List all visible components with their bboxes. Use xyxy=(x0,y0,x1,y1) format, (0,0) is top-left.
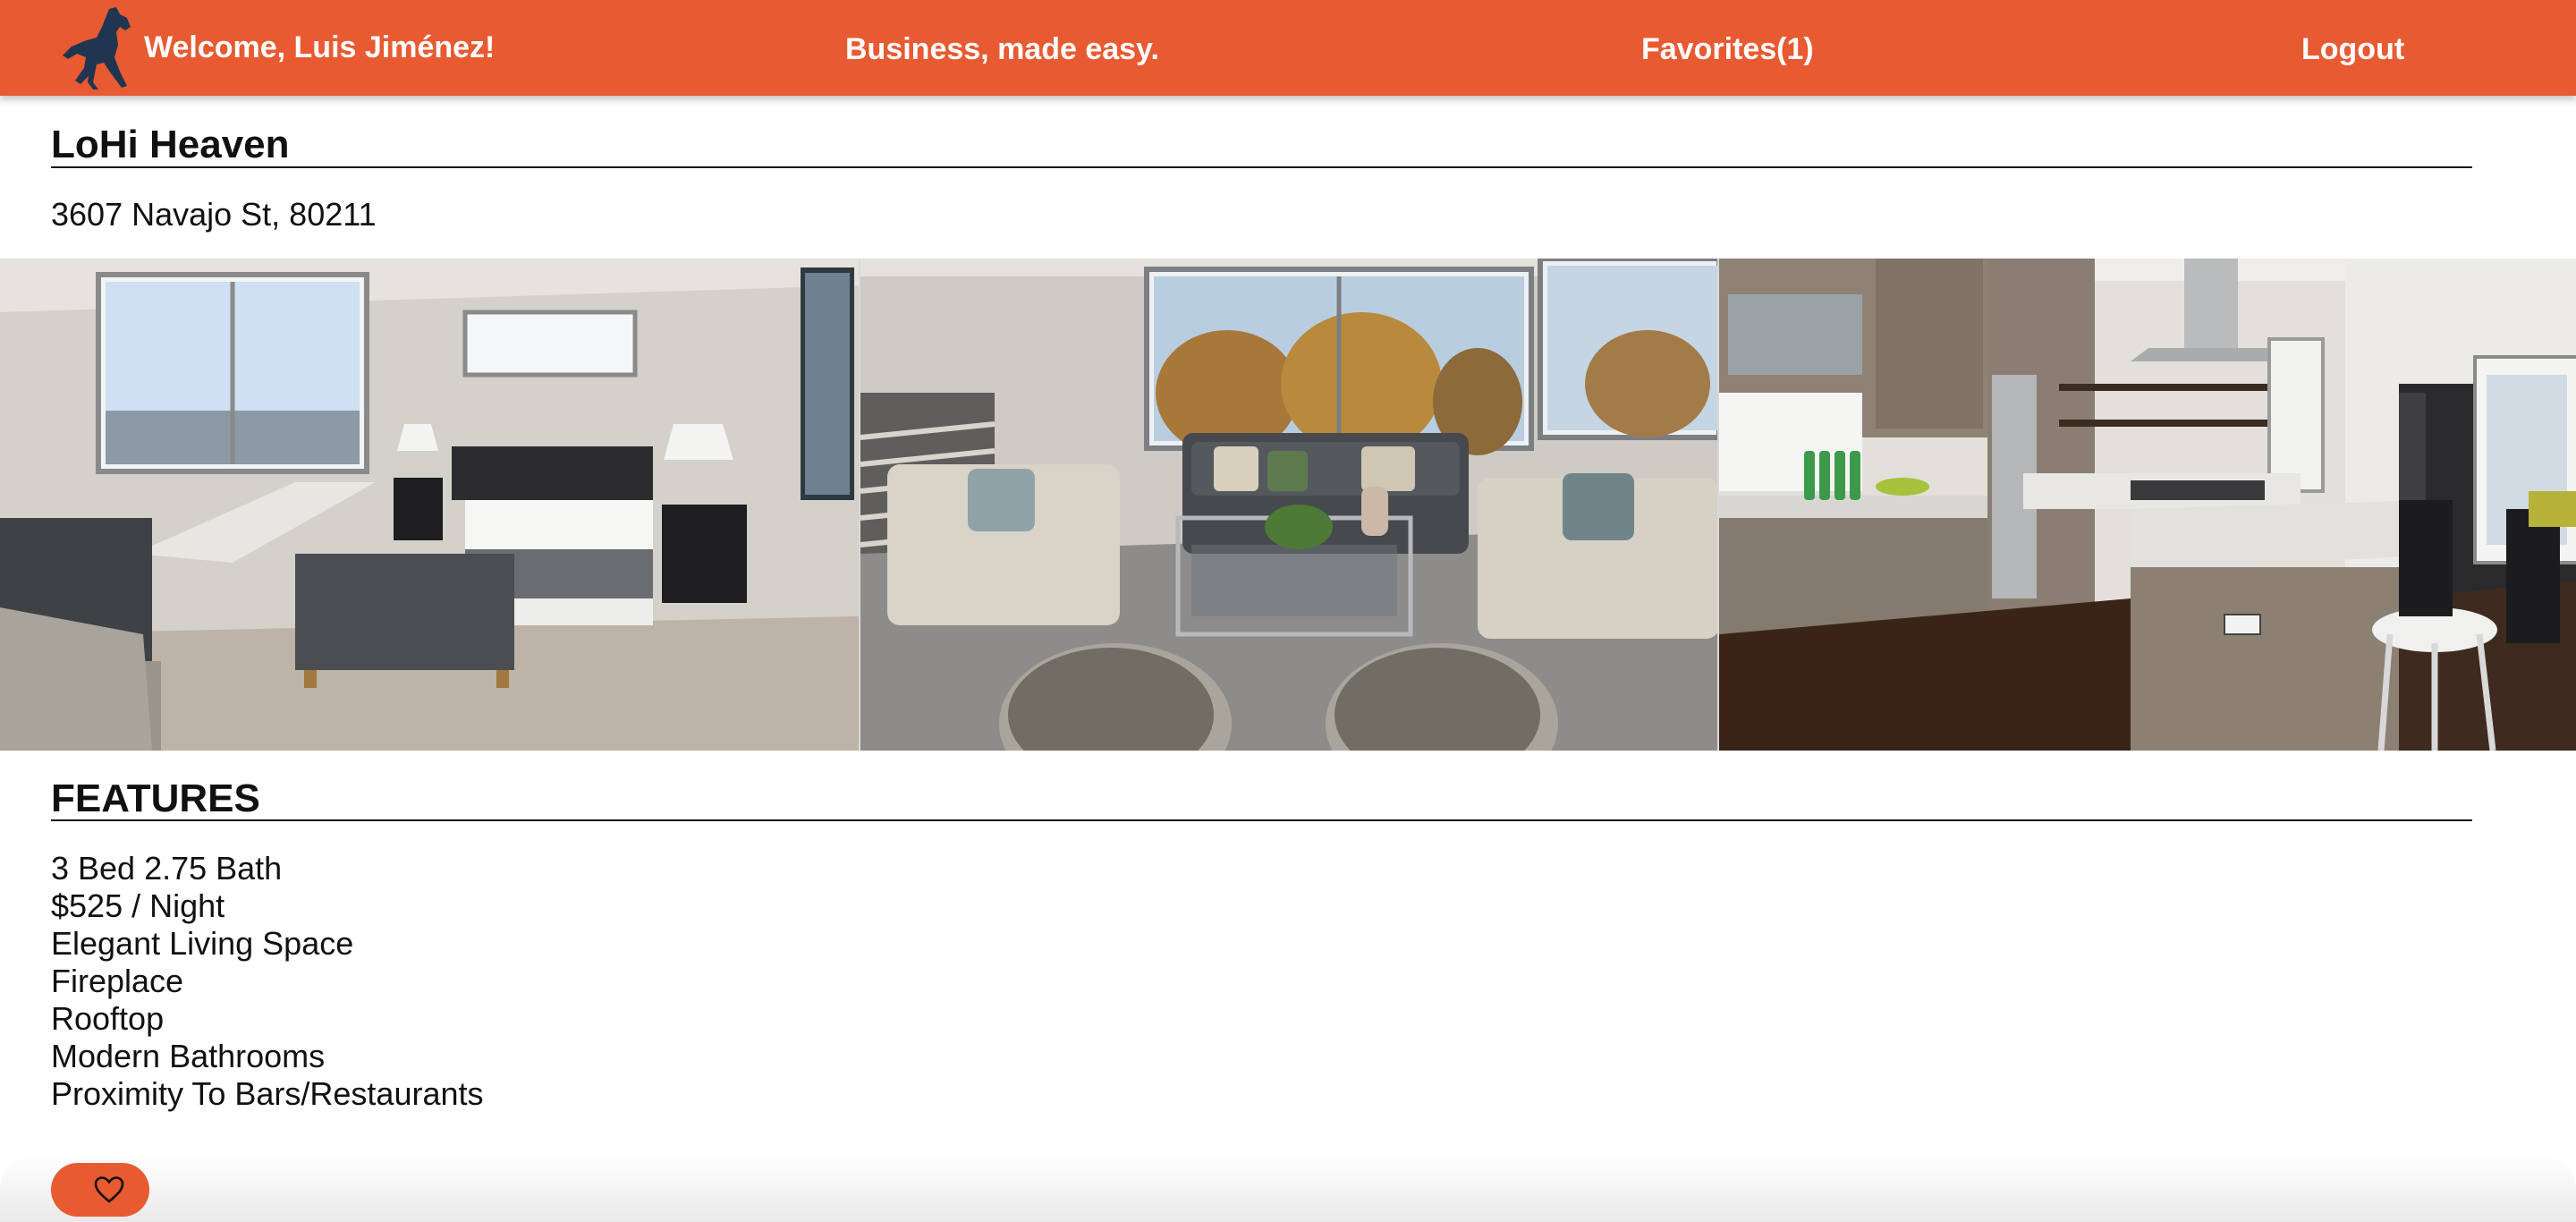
kitchen-photo[interactable] xyxy=(1717,259,2576,751)
horse-logo-icon[interactable] xyxy=(57,5,140,91)
feature-item: $525 / Night xyxy=(51,887,225,924)
add-to-favorites-button[interactable] xyxy=(51,1163,149,1217)
features-divider xyxy=(51,819,2472,821)
bottom-shadow xyxy=(0,1154,2576,1222)
feature-item: Fireplace xyxy=(51,963,184,999)
favorites-link[interactable]: Favorites(1) xyxy=(1641,28,1814,71)
feature-item: Modern Bathrooms xyxy=(51,1038,326,1074)
feature-item: Elegant Living Space xyxy=(51,925,354,962)
bedroom-photo[interactable] xyxy=(0,259,859,751)
tagline: Business, made easy. xyxy=(845,32,1159,66)
heart-outline-icon xyxy=(94,1176,124,1203)
living-room-photo[interactable] xyxy=(859,259,1717,751)
feature-item: Rooftop xyxy=(51,1000,165,1037)
features-heading: FEATURES xyxy=(51,776,260,820)
listing-title: LoHi Heaven xyxy=(51,123,290,166)
photo-gallery xyxy=(0,259,2576,751)
listing-address: 3607 Navajo St, 80211 xyxy=(51,196,377,233)
feature-item: 3 Bed 2.75 Bath xyxy=(51,850,283,887)
feature-item: Proximity To Bars/Restaurants xyxy=(51,1075,484,1112)
title-divider xyxy=(51,166,2472,168)
features-list: 3 Bed 2.75 Bath $525 / Night Elegant Liv… xyxy=(51,850,484,1113)
top-navbar: Welcome, Luis Jiménez! Business, made ea… xyxy=(0,0,2576,96)
welcome-message: Welcome, Luis Jiménez! xyxy=(144,30,496,64)
logout-link[interactable]: Logout xyxy=(2301,28,2404,71)
